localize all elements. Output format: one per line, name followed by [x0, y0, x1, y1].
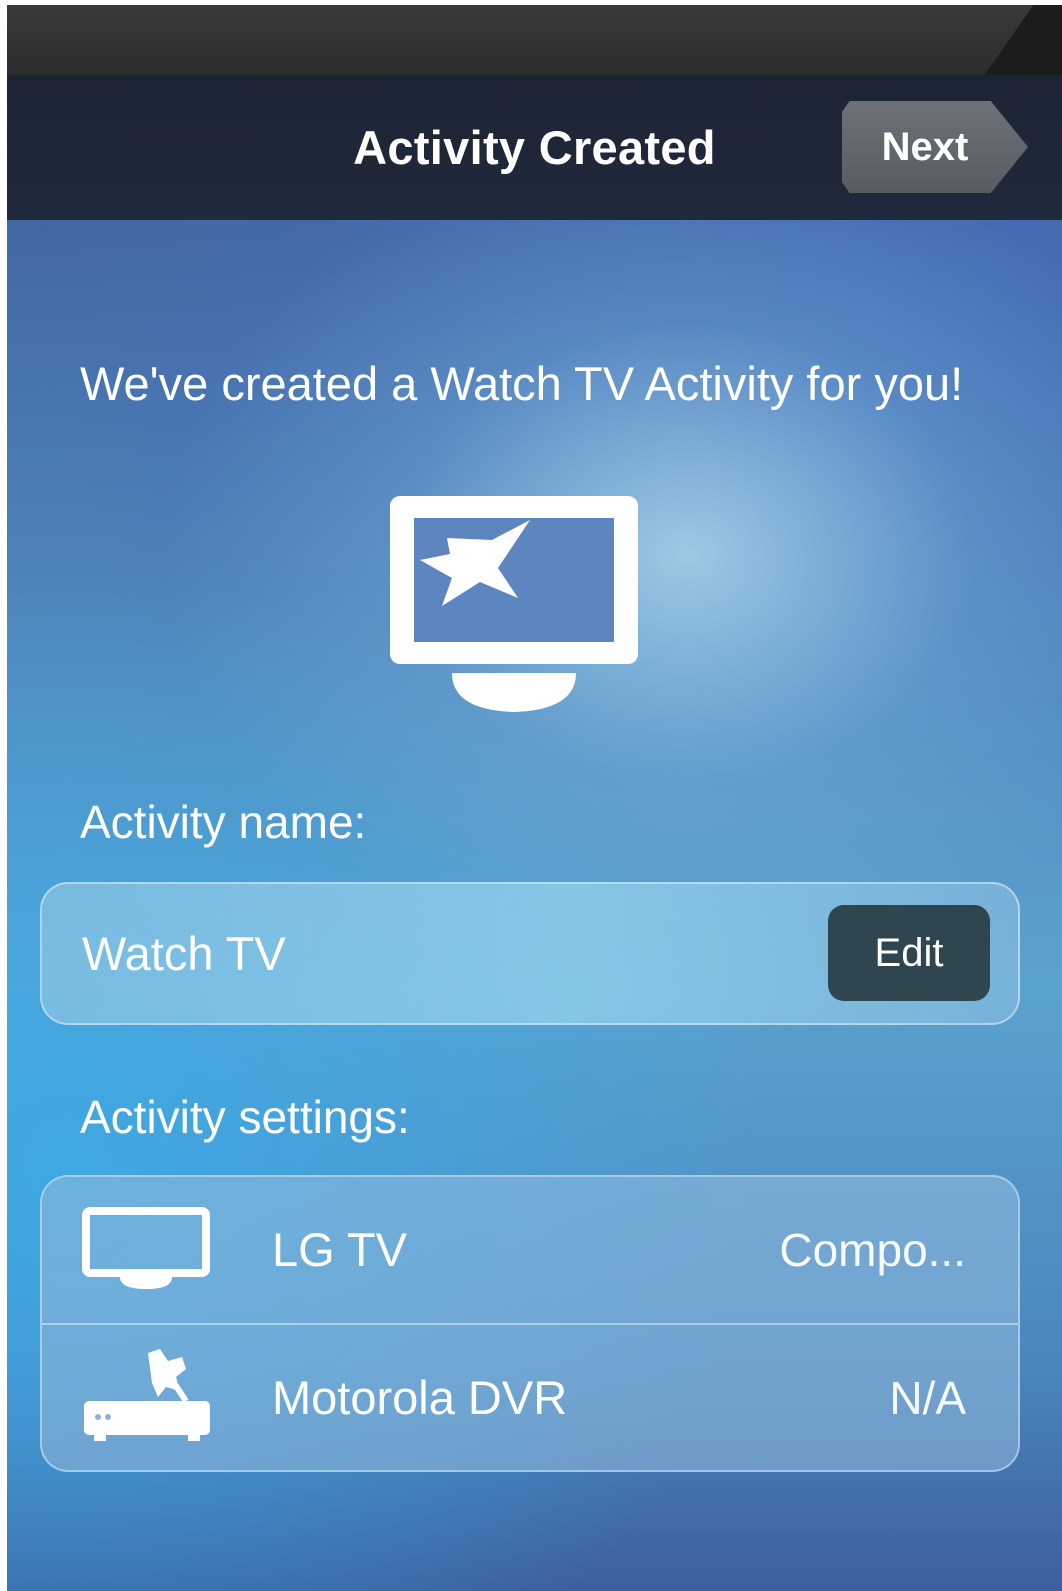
- activity-name-value: Watch TV: [82, 927, 286, 980]
- device-frame: Activity Created Next We've created a Wa…: [0, 0, 1062, 1591]
- tv-star-icon: [390, 496, 638, 712]
- status-bar-area: [7, 5, 1062, 75]
- activity-name-card: Watch TV Edit: [40, 882, 1020, 1025]
- tv-icon: [82, 1207, 210, 1289]
- device-input-value: N/A: [889, 1372, 966, 1424]
- device-name: Motorola DVR: [272, 1371, 568, 1424]
- next-button[interactable]: Next: [842, 101, 1028, 193]
- navigation-bar: Activity Created Next: [7, 75, 1062, 220]
- activity-name-label: Activity name:: [80, 796, 367, 848]
- intro-message: We've created a Watch TV Activity for yo…: [80, 357, 964, 410]
- device-name: LG TV: [272, 1223, 407, 1276]
- settings-row-motorola-dvr[interactable]: Motorola DVR N/A: [42, 1325, 1018, 1470]
- settings-row-lg-tv[interactable]: LG TV Compo...: [42, 1177, 1018, 1325]
- activity-settings-list: LG TV Compo... Motorola DVR N/A: [40, 1175, 1020, 1472]
- app-screen: Activity Created Next We've created a Wa…: [7, 75, 1062, 1591]
- device-input-value: Compo...: [779, 1224, 966, 1276]
- dvr-satellite-icon: [84, 1349, 210, 1441]
- activity-settings-label: Activity settings:: [80, 1091, 410, 1143]
- edit-button[interactable]: Edit: [828, 905, 990, 1001]
